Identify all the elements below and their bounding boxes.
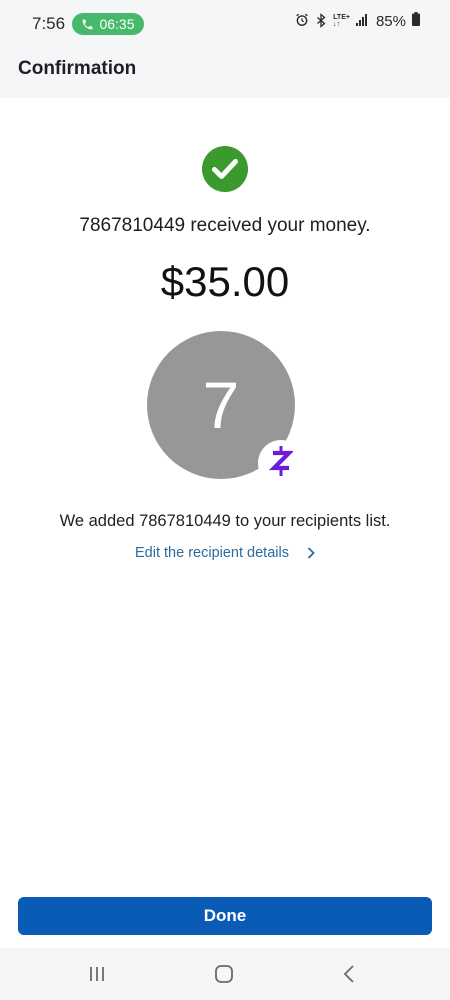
status-time: 7:56 <box>32 14 66 33</box>
check-circle-icon <box>202 146 248 192</box>
chevron-right-icon <box>307 547 315 563</box>
edit-recipient-label: Edit the recipient details <box>135 545 289 561</box>
signal-icon <box>355 13 370 30</box>
zelle-icon <box>268 445 295 481</box>
network-indicator: LTE+ ↓↑ <box>333 14 350 28</box>
back-icon[interactable] <box>338 962 362 986</box>
ongoing-call-pill[interactable]: 06:35 <box>72 13 144 35</box>
page-title: Confirmation <box>18 58 137 79</box>
battery-icon <box>412 12 420 30</box>
zelle-badge <box>258 440 304 486</box>
amount-sent: $35.00 <box>160 258 290 305</box>
bluetooth-icon <box>315 12 327 30</box>
battery-percent: 85% <box>375 12 406 30</box>
header-bar: Confirmation <box>0 50 450 98</box>
recipient-added-note: We added 7867810449 to your recipients l… <box>59 512 391 530</box>
done-button[interactable]: Done <box>18 897 432 935</box>
call-timer: 06:35 <box>99 16 135 32</box>
recent-apps-icon[interactable] <box>85 962 109 986</box>
status-bar: 7:56 06:35 LTE+ ↓↑ 85% <box>0 0 450 50</box>
system-nav-bar <box>0 948 450 1000</box>
received-message: 7867810449 received your money. <box>79 215 371 236</box>
phone-icon <box>81 18 94 31</box>
alarm-icon <box>295 13 309 29</box>
edit-recipient-link[interactable]: Edit the recipient details <box>0 545 450 563</box>
home-icon[interactable] <box>212 962 236 986</box>
status-icons: LTE+ ↓↑ 85% <box>295 12 420 30</box>
